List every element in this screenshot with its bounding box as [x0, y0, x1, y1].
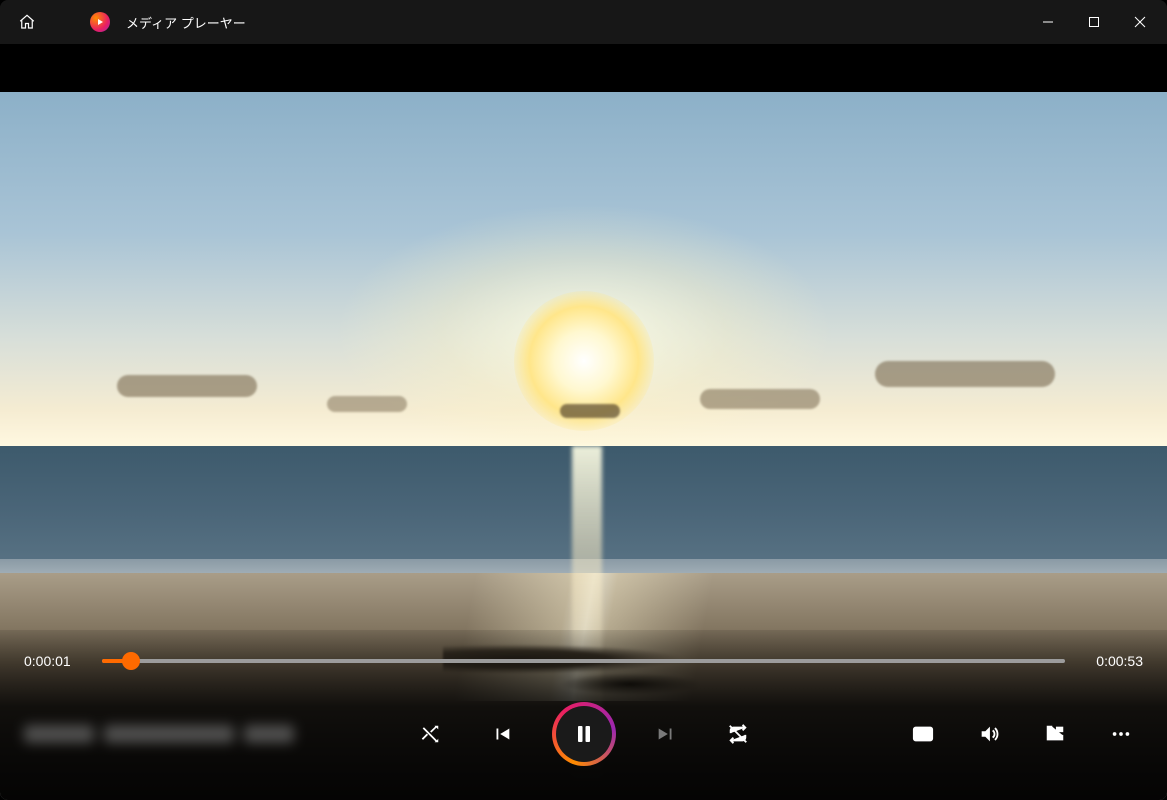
total-time: 0:00:53	[1081, 653, 1143, 669]
media-metadata	[24, 714, 344, 754]
app-title: メディア プレーヤー	[126, 13, 246, 32]
volume-button[interactable]	[967, 712, 1011, 756]
next-button[interactable]	[644, 712, 688, 756]
maximize-icon	[1088, 16, 1100, 28]
subtitles-icon	[912, 723, 934, 745]
play-pause-button[interactable]	[552, 702, 616, 766]
right-controls	[823, 712, 1143, 756]
minimize-icon	[1042, 16, 1054, 28]
maximize-button[interactable]	[1071, 0, 1117, 44]
media-player-window: メディア プレーヤー	[0, 0, 1167, 800]
close-icon	[1134, 16, 1146, 28]
home-button[interactable]	[4, 0, 50, 44]
repeat-button[interactable]	[716, 712, 760, 756]
center-controls	[344, 702, 823, 766]
shuffle-button[interactable]	[408, 712, 452, 756]
repeat-off-icon	[727, 723, 749, 745]
home-icon	[18, 13, 36, 31]
minimize-button[interactable]	[1025, 0, 1071, 44]
letterbox-top	[0, 44, 1167, 92]
controls-overlay: 0:00:01 0:00:53	[0, 630, 1167, 800]
shuffle-icon	[419, 723, 441, 745]
seek-thumb[interactable]	[122, 652, 140, 670]
close-button[interactable]	[1117, 0, 1163, 44]
skip-previous-icon	[491, 723, 513, 745]
mini-player-button[interactable]	[1033, 712, 1077, 756]
skip-next-icon	[655, 723, 677, 745]
app-icon	[90, 12, 110, 32]
seek-bar[interactable]	[102, 651, 1065, 671]
volume-icon	[978, 723, 1000, 745]
video-area[interactable]: 0:00:01 0:00:53	[0, 44, 1167, 800]
seek-track	[102, 659, 1065, 663]
control-row	[0, 680, 1167, 800]
pause-icon	[572, 722, 596, 746]
titlebar: メディア プレーヤー	[0, 0, 1167, 44]
seek-row: 0:00:01 0:00:53	[0, 630, 1167, 680]
subtitles-button[interactable]	[901, 712, 945, 756]
more-icon	[1110, 723, 1132, 745]
previous-button[interactable]	[480, 712, 524, 756]
more-button[interactable]	[1099, 712, 1143, 756]
mini-player-icon	[1044, 723, 1066, 745]
current-time: 0:00:01	[24, 653, 86, 669]
